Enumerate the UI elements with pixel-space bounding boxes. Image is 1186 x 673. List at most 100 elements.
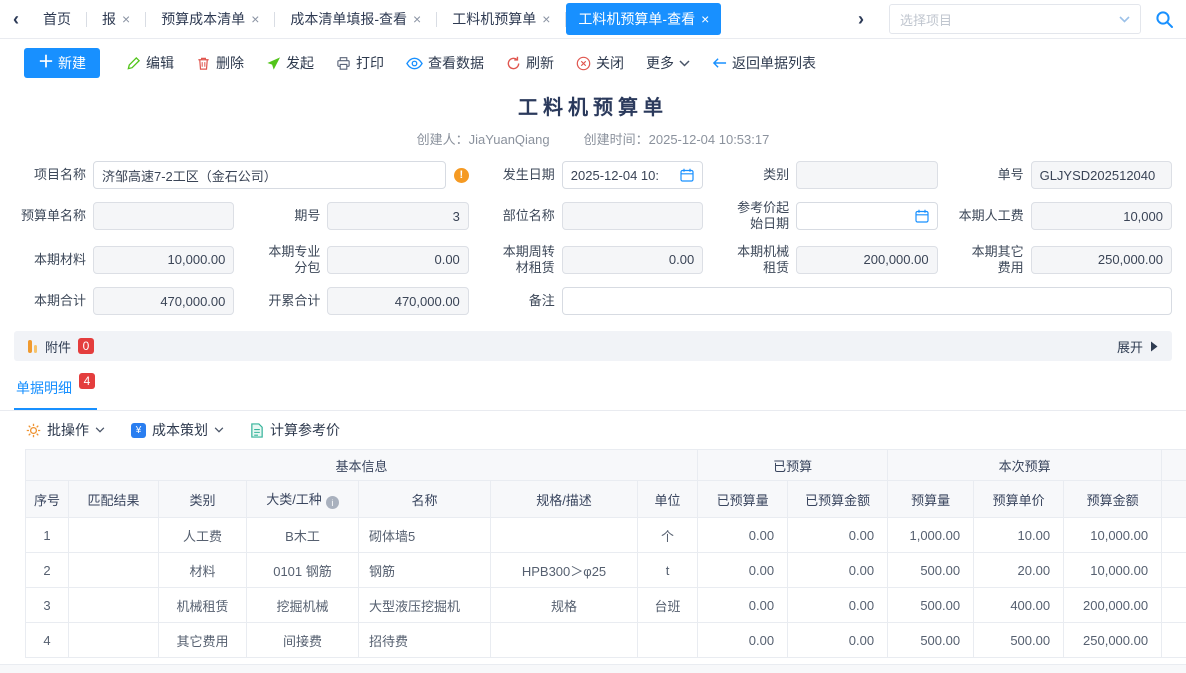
edit-button[interactable]: 编辑 [126, 53, 174, 73]
tab-close-icon[interactable]: × [701, 12, 709, 26]
machine-rent-input[interactable]: 200,000.00 [796, 246, 937, 274]
tab-报[interactable]: 报× [87, 3, 145, 35]
batch-operations-button[interactable]: 批操作 [26, 420, 105, 440]
column-header: 名称 [359, 481, 491, 518]
chevron-down-icon [214, 427, 224, 433]
document-header: 工料机预算单 创建人：JiaYuanQiang 创建时间：2025-12-04 … [0, 91, 1186, 148]
view-data-button[interactable]: 查看数据 [406, 53, 484, 73]
project-select[interactable]: 选择项目 [889, 4, 1141, 34]
info-icon[interactable]: i [326, 496, 339, 509]
tab-预算成本清单[interactable]: 预算成本清单× [146, 3, 274, 35]
tab-close-icon[interactable]: × [251, 12, 259, 26]
remark-input[interactable] [562, 287, 1172, 315]
budget-name-label: 预算单名称 [14, 208, 86, 224]
field-budget-name: 预算单名称 [14, 200, 234, 233]
category-input[interactable] [796, 161, 937, 189]
turnover-rent-value: 0.00 [571, 252, 694, 267]
more-label: 更多 [646, 53, 674, 73]
bottom-strip [0, 664, 1186, 673]
calendar-icon [680, 168, 694, 182]
table-cell: 材料 [159, 553, 247, 588]
tab-close-icon[interactable]: × [122, 12, 130, 26]
delete-button[interactable]: 删除 [196, 53, 244, 73]
subcontract-cost-value: 0.00 [336, 252, 459, 267]
eye-icon [406, 57, 423, 70]
attachment-bar[interactable]: 附件 0 展开 [14, 331, 1172, 361]
search-icon[interactable] [1155, 10, 1174, 29]
current-total-input[interactable]: 470,000.00 [93, 287, 234, 315]
attachment-label: 附件 [45, 337, 71, 356]
field-material-cost: 本期材料 10,000.00 [14, 244, 234, 277]
calc-reference-price-label: 计算参考价 [270, 420, 340, 440]
subcontract-cost-input[interactable]: 0.00 [327, 246, 468, 274]
chevron-down-icon [1119, 16, 1130, 23]
table-row[interactable]: 1人工费B木工砌体墙5个0.000.001,000.0010.0010,000.… [26, 518, 1186, 553]
budget-name-input[interactable] [93, 202, 234, 230]
table-cell: 其它费用 [159, 623, 247, 658]
tab-工料机预算单-查看[interactable]: 工料机预算单-查看× [566, 3, 721, 35]
warning-info-icon[interactable]: ! [454, 168, 469, 183]
cost-planning-button[interactable]: ¥ 成本策划 [131, 420, 224, 440]
refresh-icon [506, 56, 521, 71]
launch-button[interactable]: 发起 [266, 53, 314, 73]
other-cost-input[interactable]: 250,000.00 [1031, 246, 1172, 274]
material-cost-input[interactable]: 10,000.00 [93, 246, 234, 274]
table-row[interactable]: 4其它费用间接费招待费0.000.00500.00500.00250,000.0… [26, 623, 1186, 658]
calendar-icon [915, 209, 929, 223]
new-button-label: 新建 [58, 53, 86, 73]
machine-rent-label: 本期机械 租赁 [717, 244, 789, 277]
detail-table: 基本信息已预算本次预算序号匹配结果类别大类/工种i名称规格/描述单位已预算量已预… [25, 449, 1186, 658]
close-label: 关闭 [596, 53, 624, 73]
expand-button[interactable]: 展开 [1117, 337, 1158, 356]
labor-cost-input[interactable]: 10,000 [1031, 202, 1172, 230]
detail-tab-strip: 单据明细 4 [0, 374, 1186, 411]
calc-reference-price-button[interactable]: 计算参考价 [250, 420, 340, 440]
period-no-value: 3 [336, 209, 459, 224]
accum-total-value: 470,000.00 [336, 294, 459, 309]
more-button[interactable]: 更多 [646, 53, 690, 73]
detail-tab-label: 单据明细 [16, 378, 72, 398]
table-cell: HPB300＞φ25 [491, 553, 638, 588]
refresh-button[interactable]: 刷新 [506, 53, 554, 73]
table-row[interactable]: 2材料0101 钢筋钢筋HPB300＞φ25t0.000.00500.0020.… [26, 553, 1186, 588]
new-button[interactable]: ＋ 新建 [24, 48, 100, 78]
tab-首页[interactable]: 首页 [28, 3, 86, 35]
edit-label: 编辑 [146, 53, 174, 73]
table-cell: 0.00 [698, 553, 788, 588]
table-cell [69, 623, 159, 658]
labor-cost-value: 10,000 [1040, 209, 1163, 224]
attachment-icon [28, 340, 37, 353]
turnover-rent-input[interactable]: 0.00 [562, 246, 703, 274]
other-cost-label: 本期其它 费用 [952, 244, 1024, 277]
table-cell [638, 623, 698, 658]
tab-工料机预算单[interactable]: 工料机预算单× [437, 3, 565, 35]
accum-total-input[interactable]: 470,000.00 [327, 287, 468, 315]
table-cell-cut [1162, 553, 1186, 588]
ref-price-start-input[interactable] [796, 202, 937, 230]
tab-close-icon[interactable]: × [542, 12, 550, 26]
ref-price-start-label: 参考价起 始日期 [717, 200, 789, 233]
print-button[interactable]: 打印 [336, 53, 384, 73]
project-name-input[interactable]: 济邹高速7-2工区（金石公司） [93, 161, 446, 189]
period-no-input[interactable]: 3 [327, 202, 468, 230]
table-cell: 台班 [638, 588, 698, 623]
table-cell: 10,000.00 [1064, 518, 1162, 553]
send-icon [266, 56, 281, 71]
column-header: 单位 [638, 481, 698, 518]
table-cell: 挖掘机械 [247, 588, 359, 623]
field-turnover-rent: 本期周转 材租赁 0.00 [483, 244, 703, 277]
tabs-scroll-left-icon[interactable]: ‹ [4, 10, 28, 28]
close-button[interactable]: 关闭 [576, 53, 624, 73]
column-header-cut [1162, 481, 1186, 518]
table-row[interactable]: 3机械租赁挖掘机械大型液压挖掘机规格台班0.000.00500.00400.00… [26, 588, 1186, 623]
tabs-scroll-right-icon[interactable]: › [849, 10, 873, 28]
tab-detail-list[interactable]: 单据明细 4 [14, 374, 97, 410]
part-name-input[interactable] [562, 202, 703, 230]
doc-no-input[interactable]: GLJYSD202512040 [1031, 161, 1172, 189]
column-header: 类别 [159, 481, 247, 518]
table-cell: 500.00 [888, 623, 974, 658]
back-to-list-button[interactable]: 返回单据列表 [712, 53, 816, 73]
tab-成本清单填报-查看[interactable]: 成本清单填报-查看× [275, 3, 436, 35]
occur-date-input[interactable]: 2025-12-04 10: [562, 161, 703, 189]
tab-close-icon[interactable]: × [413, 12, 421, 26]
